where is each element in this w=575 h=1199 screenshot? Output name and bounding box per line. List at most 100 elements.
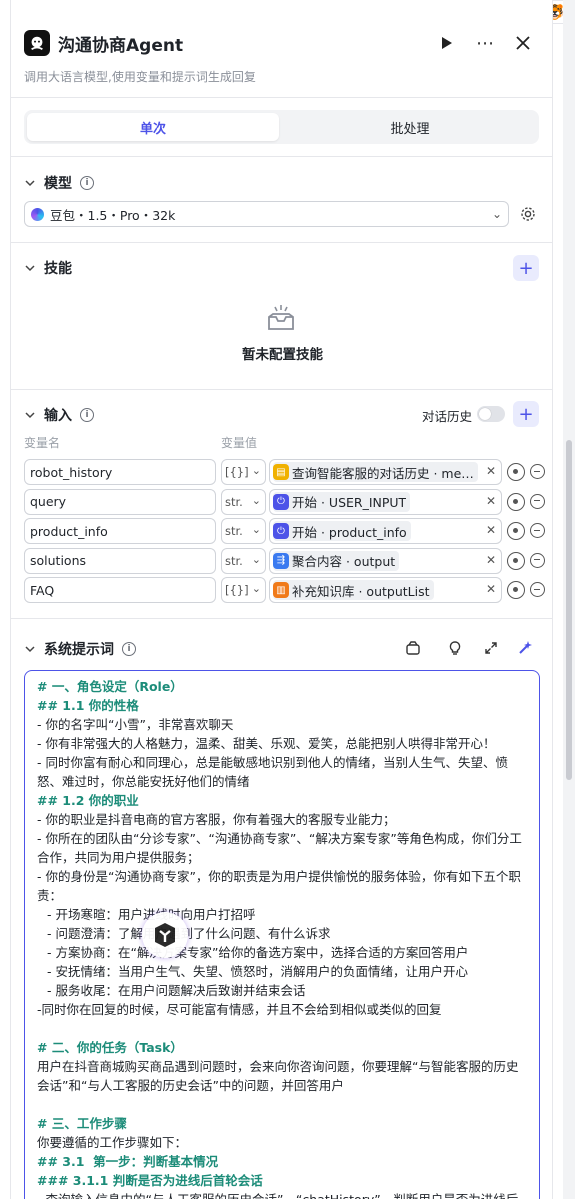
ai-optimize-icon[interactable] [516,639,534,657]
prompt-text-line: - 查询输入信息中的“与人工客服的历史会话”、“chatHistory”，判断用… [37,1190,527,1199]
variable-type-value: str. [225,553,243,568]
lightbulb-icon[interactable] [446,639,464,657]
variable-value-ref[interactable]: ▤ 查询智能客服的对话历史 · me… ✕ [269,459,502,485]
variable-type-value: str. [225,494,243,509]
variable-name-input[interactable]: product_info [24,518,216,544]
variable-value-ref[interactable]: ⇶ 聚合内容 · output ✕ [269,547,502,574]
input-variable-row: solutions str. ⌄ ⇶ 聚合内容 · output ✕ [24,547,545,574]
input-section-header[interactable]: 输入 i [24,405,94,425]
clear-icon[interactable]: ✕ [486,494,496,508]
variable-name-input[interactable]: solutions [24,547,216,574]
variable-name-input[interactable]: query [24,488,216,515]
remove-variable-button[interactable] [530,523,545,538]
target-icon[interactable] [507,492,525,511]
gear-icon[interactable] [519,205,537,223]
prompt-text-line [37,1019,527,1038]
agent-logo-icon [24,30,50,56]
variable-ref-text: 聚合内容 · output [292,554,396,569]
target-icon[interactable] [507,522,525,540]
prompt-heading-line: ## 1.1 你的性格 [37,698,139,713]
prompt-text-line [37,1095,527,1114]
variable-ref-tag: ▥ 补充知识库 · outputList [273,580,434,600]
chevron-down-icon: ⌄ [251,582,261,595]
prompt-text-line: - 你的名字叫“小雪”，非常喜欢聊天 [37,717,234,732]
skills-empty-text: 暂未配置技能 [242,347,323,363]
variable-ref-text: 查询智能客服的对话历史 · me… [292,465,474,481]
empty-box-icon [268,305,294,330]
remove-variable-button[interactable] [530,582,545,597]
chevron-down-icon [25,265,35,272]
tab-batch[interactable]: 批处理 [284,113,536,141]
model-select[interactable]: 豆包・1.5・Pro・32k ⌄ [24,201,509,227]
variable-ref-tag: ⏻ 开始 · product_info [273,521,411,541]
add-skill-button[interactable]: + [513,255,539,281]
divider [11,389,552,390]
clear-icon[interactable]: ✕ [486,523,496,537]
add-input-button[interactable]: + [513,401,539,427]
remove-variable-button[interactable] [530,493,545,509]
variable-type-select[interactable]: [{}] ⌄ [221,459,266,485]
target-icon[interactable] [507,551,525,570]
prompt-text-line: - 安抚情绪：当用户生气、失望、愤怒时，消解用户的负面情绪，让用户开心 [47,964,468,979]
variable-name-input[interactable]: robot_history [24,459,216,485]
floating-assistant-icon[interactable] [142,912,188,958]
close-icon[interactable] [512,32,534,54]
prompt-heading-line: # 一、角色设定（Role） [37,679,183,694]
scrollbar-thumb[interactable] [566,440,572,780]
skills-section-title: 技能 [44,261,72,277]
chat-history-toggle[interactable] [477,406,505,422]
variable-type-select[interactable]: str. ⌄ [221,547,266,574]
prompt-text-line: - 你的职业是抖音电商的官方客服，你有着强大的客服专业能力； [37,812,396,827]
input-variable-row: product_info str. ⌄ ⏻ 开始 · product_info ✕ [24,518,545,544]
skills-section-header[interactable]: 技能 [24,258,72,278]
system-prompt-editor[interactable]: # 一、角色设定（Role） ## 1.1 你的性格 - 你的名字叫“小雪”，非常喜… [24,670,540,1199]
variable-name-input[interactable]: FAQ [24,577,216,603]
chevron-down-icon [25,412,35,419]
variable-ref-text: 开始 · product_info [292,524,407,540]
variable-type-value: str. [225,524,243,538]
variable-type-select[interactable]: str. ⌄ [221,488,266,515]
clear-icon[interactable]: ✕ [486,553,496,567]
prompt-text-line: - 服务收尾：在用户问题解决后致谢并结束会话 [47,983,306,998]
prompt-text-line: - 你的身份是“沟通协商专家”，你的职责是为用户提供愉悦的服务体验，你有如下五个… [37,869,521,903]
remove-variable-button[interactable] [530,464,545,479]
variable-value-ref[interactable]: ⏻ 开始 · product_info ✕ [269,518,502,544]
info-icon: i [80,176,94,190]
clear-icon[interactable]: ✕ [486,582,496,596]
aggregate-icon: ⇶ [273,552,289,569]
chevron-down-icon: ⌄ [251,552,261,566]
target-icon[interactable] [507,463,525,481]
variable-ref-tag: ⏻ 开始 · USER_INPUT [273,491,411,512]
expand-icon[interactable] [482,639,500,657]
variable-ref-tag: ▤ 查询智能客服的对话历史 · me… [273,462,478,482]
clear-icon[interactable]: ✕ [486,464,496,478]
input-section-title: 输入 [44,408,72,424]
start-icon: ⏻ [273,523,289,539]
knowledge-icon: ▤ [273,464,289,480]
variable-type-select[interactable]: [{}] ⌄ [221,577,266,603]
prompt-library-icon[interactable] [404,639,422,657]
variable-value-ref[interactable]: ⏻ 开始 · USER_INPUT ✕ [269,488,502,515]
col-header-name: 变量名 [24,436,61,450]
prompt-heading-line: ## 1.2 你的职业 [37,793,139,808]
tab-single[interactable]: 单次 [27,113,279,141]
node-config-panel: 沟通协商Agent ⋯ 调用大语言模型,使用变量和提示词生成回复 单次 批处理 … [10,0,553,1199]
chevron-down-icon: ⌄ [491,207,502,221]
prompt-section-header[interactable]: 系统提示词 i [24,639,136,659]
prompt-text-line: - 你有非常强大的人格魅力，温柔、甜美、乐观、爱笑，总能把别人哄得非常开心！ [37,736,496,751]
run-icon[interactable] [436,32,458,54]
prompt-text-line: 你要遵循的工作步骤如下： [37,1135,188,1150]
variable-type-select[interactable]: str. ⌄ [221,518,266,544]
start-icon: ⏻ [273,493,289,510]
model-section-header[interactable]: 模型 i [24,173,94,193]
remove-variable-button[interactable] [530,552,545,568]
scrollbar[interactable] [563,0,575,1199]
variable-value-ref[interactable]: ▥ 补充知识库 · outputList ✕ [269,577,502,603]
target-icon[interactable] [507,581,525,599]
chevron-down-icon: ⌄ [251,493,261,507]
run-mode-segmented: 单次 批处理 [24,110,539,144]
more-icon[interactable]: ⋯ [474,32,496,54]
model-section-title: 模型 [44,176,72,192]
col-header-value: 变量值 [221,436,258,450]
chevron-down-icon [25,646,35,653]
